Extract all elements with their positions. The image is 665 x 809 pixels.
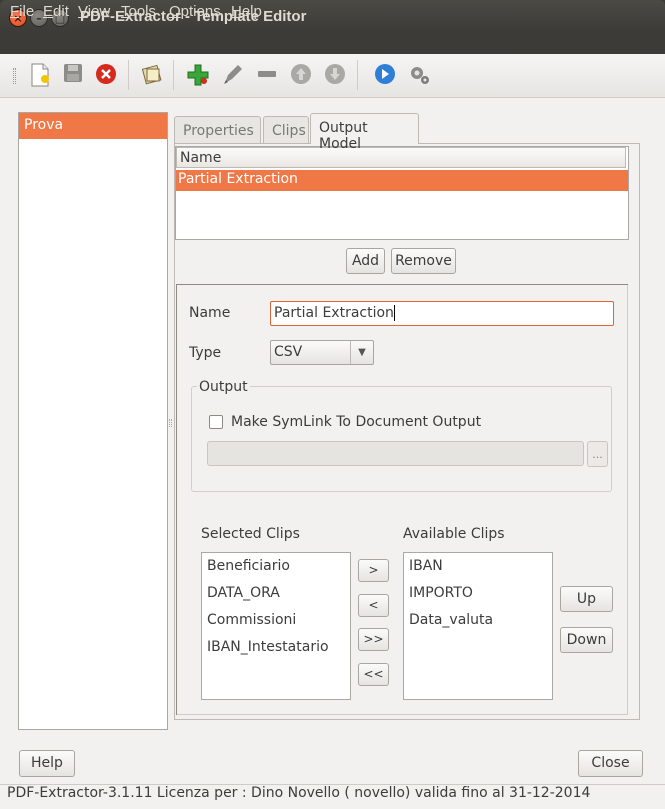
text-cursor [393,305,395,321]
new-document-icon[interactable] [28,63,52,87]
table-row[interactable]: Partial Extraction [176,170,628,191]
column-header-name[interactable]: Name [176,147,626,168]
list-item[interactable]: Beneficiario [207,558,290,574]
list-item[interactable]: Commissioni [207,612,296,628]
symlink-checkbox[interactable] [209,415,223,429]
detail-border [176,284,177,715]
run-icon[interactable] [373,63,397,87]
close-button[interactable]: Close [578,750,643,777]
menu-bar [0,32,665,54]
status-text: PDF-Extractor-3.1.11 Licenza per : Dino … [7,785,591,801]
edit-icon[interactable] [221,63,245,87]
tab-output-model[interactable]: Output Model [310,113,419,152]
list-item[interactable]: IMPORTO [409,585,473,601]
menu-edit[interactable]: Edit [43,3,69,20]
help-button[interactable]: Help [19,750,75,777]
name-input[interactable]: Partial Extraction [270,301,614,326]
move-left-button[interactable]: < [358,594,389,617]
cancel-icon[interactable] [94,63,118,87]
move-right-button[interactable]: > [358,559,389,582]
add-button[interactable]: Add [346,248,385,274]
settings-icon[interactable] [408,63,432,87]
add-icon[interactable] [186,63,210,87]
name-input-value: Partial Extraction [274,305,394,321]
save-icon[interactable] [61,63,85,87]
remove-button[interactable]: Remove [391,248,456,274]
template-item-prova[interactable]: Prova [19,113,167,139]
list-item[interactable]: DATA_ORA [207,585,280,601]
symlink-label[interactable]: Make SymLink To Document Output [231,414,481,430]
tab-properties[interactable]: Properties [174,116,261,143]
output-path-field [207,441,584,466]
minimize-icon: – [36,12,42,25]
list-item[interactable]: IBAN [409,558,443,574]
move-all-left-button[interactable]: << [358,663,389,686]
menu-view[interactable]: View [78,3,110,20]
template-list[interactable] [18,112,168,730]
down-button[interactable]: Down [560,627,613,653]
available-clips-title: Available Clips [403,526,505,542]
list-item[interactable]: IBAN_Intestatario [207,639,329,655]
name-label: Name [189,305,231,321]
move-down-icon[interactable] [323,63,347,87]
list-item[interactable]: Data_valuta [409,612,493,628]
toolbar-separator [173,60,174,90]
menu-options[interactable]: Options [169,3,221,20]
chevron-down-icon[interactable]: ▼ [350,341,373,364]
output-group [191,386,612,492]
menu-help[interactable]: Help [231,3,262,20]
type-label: Type [189,345,222,361]
menu-tools[interactable]: Tools [121,3,156,20]
selected-clips-title: Selected Clips [201,526,300,542]
type-select-value: CSV [274,344,303,360]
detail-border [176,284,628,285]
move-all-right-button[interactable]: >> [358,628,389,651]
menu-file[interactable]: File [10,3,34,20]
toolbar-separator [128,60,129,90]
toolbar-grip[interactable] [13,68,16,84]
open-template-icon[interactable] [140,63,164,87]
up-button[interactable]: Up [560,586,613,612]
remove-icon[interactable] [255,63,279,87]
move-up-icon[interactable] [289,63,313,87]
output-group-title: Output [197,379,250,395]
toolbar-separator [357,60,358,90]
tab-clips[interactable]: Clips [263,116,309,143]
browse-button[interactable]: ... [587,441,608,467]
splitter-handle[interactable] [169,419,172,427]
